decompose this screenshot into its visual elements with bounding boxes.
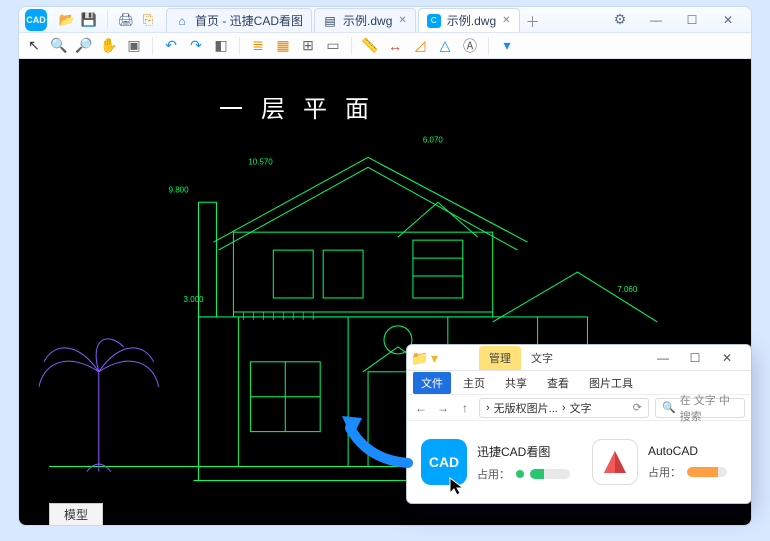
- usage-pill: [687, 467, 727, 477]
- close-button[interactable]: ✕: [711, 9, 745, 31]
- folder-icon: 📁: [411, 350, 427, 366]
- pan-tool-icon[interactable]: ✋: [100, 37, 118, 55]
- dim-label: 6.070: [423, 135, 444, 144]
- maximize-button[interactable]: ☐: [675, 9, 709, 31]
- annotate-icon[interactable]: Ⓐ: [461, 37, 479, 55]
- tab-close-icon[interactable]: ✕: [398, 15, 406, 26]
- explorer-menu-view[interactable]: 查看: [539, 372, 577, 394]
- explorer-menu-home[interactable]: 主页: [455, 372, 493, 394]
- dim-label: 10.570: [248, 157, 273, 166]
- add-tab-button[interactable]: ＋: [522, 12, 544, 32]
- explorer-minimize[interactable]: —: [649, 348, 677, 368]
- tab-doc-1-label: 示例.dwg: [343, 12, 392, 29]
- usage-pill: [530, 469, 570, 479]
- folder-icon: ▾: [431, 350, 447, 366]
- titlebar: CAD 📂 💾 🖨 ⎘ ⌂ 首页 - 迅捷CAD看图 ▤ 示例.dwg ✕ C …: [19, 7, 751, 33]
- document-tabs: ⌂ 首页 - 迅捷CAD看图 ▤ 示例.dwg ✕ C 示例.dwg ✕ ＋: [166, 7, 544, 32]
- tab-close-icon[interactable]: ✕: [502, 15, 510, 26]
- area-icon[interactable]: △: [436, 37, 454, 55]
- rotate-left-icon[interactable]: ↶: [162, 37, 180, 55]
- quick-access-group: 📂 💾 🖨 ⎘: [53, 11, 162, 29]
- angle-icon[interactable]: ◿: [411, 37, 429, 55]
- rotate-right-icon[interactable]: ↷: [187, 37, 205, 55]
- doc-icon: ▤: [323, 14, 337, 28]
- explorer-path[interactable]: › 无版权图片... › 文字 ⟳: [479, 398, 649, 418]
- path-part: 文字: [570, 400, 592, 416]
- dim-label: 7.060: [617, 285, 638, 294]
- explorer-maximize[interactable]: ☐: [681, 348, 709, 368]
- dim-label: 3.000: [184, 295, 205, 304]
- zoom-out-icon[interactable]: 🔎: [75, 37, 93, 55]
- search-icon: 🔍: [662, 401, 676, 414]
- usage-label: 占用：: [648, 464, 681, 480]
- tab-home-label: 首页 - 迅捷CAD看图: [195, 12, 303, 29]
- home-icon: ⌂: [175, 14, 189, 28]
- usage-label: 占用：: [477, 466, 510, 482]
- explorer-addressbar: ← → ↑ › 无版权图片... › 文字 ⟳ 🔍 在 文字 中搜索: [407, 395, 751, 421]
- explorer-titlebar: 📁 ▾ 管理 文字 — ☐ ✕: [407, 345, 751, 371]
- explorer-menu-share[interactable]: 共享: [497, 372, 535, 394]
- app-item-autocad[interactable]: AutoCAD 占用：: [592, 439, 727, 485]
- snap-icon[interactable]: ⊞: [299, 37, 317, 55]
- explorer-close[interactable]: ✕: [713, 348, 741, 368]
- export-icon[interactable]: ⎘: [140, 12, 156, 28]
- explorer-body: CAD 迅捷CAD看图 占用： AutoCAD 占用：: [407, 421, 751, 503]
- layers-icon[interactable]: ≣: [249, 37, 267, 55]
- cad-doc-icon: C: [427, 14, 441, 28]
- app-name-label: 迅捷CAD看图: [477, 443, 570, 460]
- tab-doc-2-label: 示例.dwg: [447, 12, 496, 29]
- path-part: 无版权图片...: [494, 400, 558, 416]
- usage-dot-icon: [516, 470, 524, 478]
- nav-back-icon[interactable]: ←: [413, 401, 429, 415]
- explorer-menu-pictools[interactable]: 图片工具: [581, 372, 641, 394]
- settings-icon[interactable]: ⚙: [603, 9, 637, 31]
- grid-icon[interactable]: ▦: [274, 37, 292, 55]
- search-placeholder: 在 文字 中搜索: [680, 392, 738, 424]
- explorer-ribbon-text[interactable]: 文字: [521, 346, 563, 370]
- explorer-search[interactable]: 🔍 在 文字 中搜索: [655, 398, 745, 418]
- tab-home[interactable]: ⌂ 首页 - 迅捷CAD看图: [166, 8, 312, 32]
- explorer-ribbon-manage[interactable]: 管理: [479, 346, 521, 370]
- autocad-app-icon: [592, 439, 638, 485]
- model-tab[interactable]: 模型: [49, 503, 103, 526]
- app-name-label: AutoCAD: [648, 444, 727, 458]
- model-tabs: 模型: [49, 503, 103, 526]
- open-file-icon[interactable]: 📂: [59, 12, 75, 28]
- zoom-in-icon[interactable]: 🔍: [50, 37, 68, 55]
- print-icon[interactable]: 🖨: [118, 12, 134, 28]
- dimension-icon[interactable]: ↔: [386, 37, 404, 55]
- cad-app-icon: CAD: [421, 439, 467, 485]
- window-controls: ⚙ — ☐ ✕: [603, 9, 751, 31]
- measure-icon[interactable]: 📏: [361, 37, 379, 55]
- minimize-button[interactable]: —: [639, 9, 673, 31]
- nav-forward-icon[interactable]: →: [435, 401, 451, 415]
- explorer-menu-file[interactable]: 文件: [413, 372, 451, 394]
- nav-up-icon[interactable]: ↑: [457, 401, 473, 415]
- tool-expand-icon[interactable]: ▾: [498, 37, 516, 55]
- select-tool-icon[interactable]: ↖: [25, 37, 43, 55]
- main-toolbar: ↖ 🔍 🔎 ✋ ▣ ↶ ↷ ◧ ≣ ▦ ⊞ ▭ 📏 ↔ ◿ △ Ⓐ ▾: [19, 33, 751, 59]
- tab-doc-1[interactable]: ▤ 示例.dwg ✕: [314, 8, 416, 32]
- refresh-icon[interactable]: ⟳: [633, 401, 642, 414]
- path-sep: ›: [486, 402, 490, 414]
- file-explorer-window: 📁 ▾ 管理 文字 — ☐ ✕ 文件 主页 共享 查看 图片工具 ← → ↑ ›…: [406, 344, 752, 504]
- ortho-icon[interactable]: ▭: [324, 37, 342, 55]
- dim-label: 9.800: [169, 185, 190, 194]
- fit-view-icon[interactable]: ▣: [125, 37, 143, 55]
- tab-doc-2[interactable]: C 示例.dwg ✕: [418, 8, 520, 32]
- app-logo-icon: CAD: [25, 9, 47, 31]
- app-item-xunjie[interactable]: CAD 迅捷CAD看图 占用：: [421, 439, 570, 485]
- path-sep: ›: [562, 402, 566, 414]
- 3d-view-icon[interactable]: ◧: [212, 37, 230, 55]
- save-icon[interactable]: 💾: [81, 12, 97, 28]
